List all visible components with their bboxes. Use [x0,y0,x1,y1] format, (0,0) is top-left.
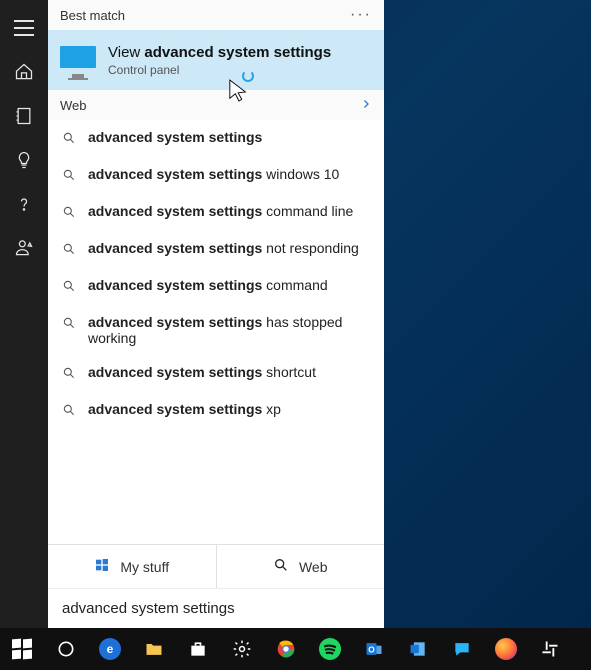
best-match-header-label: Best match [60,8,125,23]
search-icon [273,557,289,576]
web-header[interactable]: Web [48,90,384,120]
scope-web-label: Web [299,559,328,575]
web-result-item[interactable]: advanced system settings [48,120,384,157]
search-icon [62,279,78,296]
desktop-root: Best match ··· View advanced system sett… [0,0,591,670]
web-result-text: advanced system settings command line [88,203,353,219]
help-question-icon[interactable] [0,182,48,226]
web-result-text: advanced system settings windows 10 [88,166,339,182]
search-icon [62,316,78,333]
search-icon [62,131,78,148]
search-icon [62,403,78,420]
cortana-button[interactable] [44,628,88,670]
web-result-item[interactable]: advanced system settings command line [48,194,384,231]
best-match-item[interactable]: View advanced system settings Control pa… [48,30,384,90]
web-header-label: Web [60,98,87,113]
settings[interactable] [220,628,264,670]
search-results-pane: Best match ··· View advanced system sett… [48,0,384,588]
chevron-right-icon [360,98,372,113]
windows-mini-icon [94,557,110,576]
scope-bar: My stuff Web [48,544,384,588]
onenote[interactable] [396,628,440,670]
search-input[interactable] [62,600,370,617]
search-icon [62,205,78,222]
file-explorer[interactable] [132,628,176,670]
more-options-icon[interactable]: ··· [350,6,372,24]
best-match-title-bold: advanced system settings [144,44,331,61]
search-icon [62,168,78,185]
teams-chat[interactable] [440,628,484,670]
system-settings-icon [60,46,96,74]
scope-my-stuff[interactable]: My stuff [48,545,217,588]
web-result-item[interactable]: advanced system settings command [48,268,384,305]
scope-my-stuff-label: My stuff [120,559,169,575]
chrome-browser[interactable] [264,628,308,670]
home-icon[interactable] [0,50,48,94]
web-result-text: advanced system settings command [88,277,328,293]
web-result-item[interactable]: advanced system settings shortcut [48,355,384,392]
web-result-text: advanced system settings not responding [88,240,359,256]
hamburger-menu-icon[interactable] [0,6,48,50]
web-result-text: advanced system settings has stopped wor… [88,314,370,346]
spotify[interactable] [308,628,352,670]
outlook[interactable]: O [352,628,396,670]
notebook-icon[interactable] [0,94,48,138]
best-match-subtitle: Control panel [108,63,331,77]
slack[interactable] [528,628,572,670]
svg-text:O: O [368,644,375,654]
start-button[interactable] [0,628,44,670]
firefox-browser[interactable] [484,628,528,670]
search-input-container[interactable] [48,588,384,628]
web-result-item[interactable]: advanced system settings has stopped wor… [48,305,384,355]
web-result-text: advanced system settings shortcut [88,364,316,380]
search-icon [62,366,78,383]
store[interactable] [176,628,220,670]
cortana-sidebar-rail [0,0,48,628]
web-result-item[interactable]: advanced system settings windows 10 [48,157,384,194]
web-result-text: advanced system settings xp [88,401,281,417]
web-result-item[interactable]: advanced system settings xp [48,392,384,429]
best-match-title-prefix: View [108,44,144,61]
web-results-list: advanced system settings advanced system … [48,120,384,544]
best-match-text: View advanced system settings Control pa… [108,44,331,77]
suggestion-bulb-icon[interactable] [0,138,48,182]
best-match-header: Best match ··· [48,0,384,30]
feedback-person-icon[interactable] [0,226,48,270]
edge-browser[interactable]: e [88,628,132,670]
search-icon [62,242,78,259]
web-result-text: advanced system settings [88,129,262,145]
taskbar: e O [0,628,591,670]
web-result-item[interactable]: advanced system settings not responding [48,231,384,268]
scope-web[interactable]: Web [217,545,385,588]
